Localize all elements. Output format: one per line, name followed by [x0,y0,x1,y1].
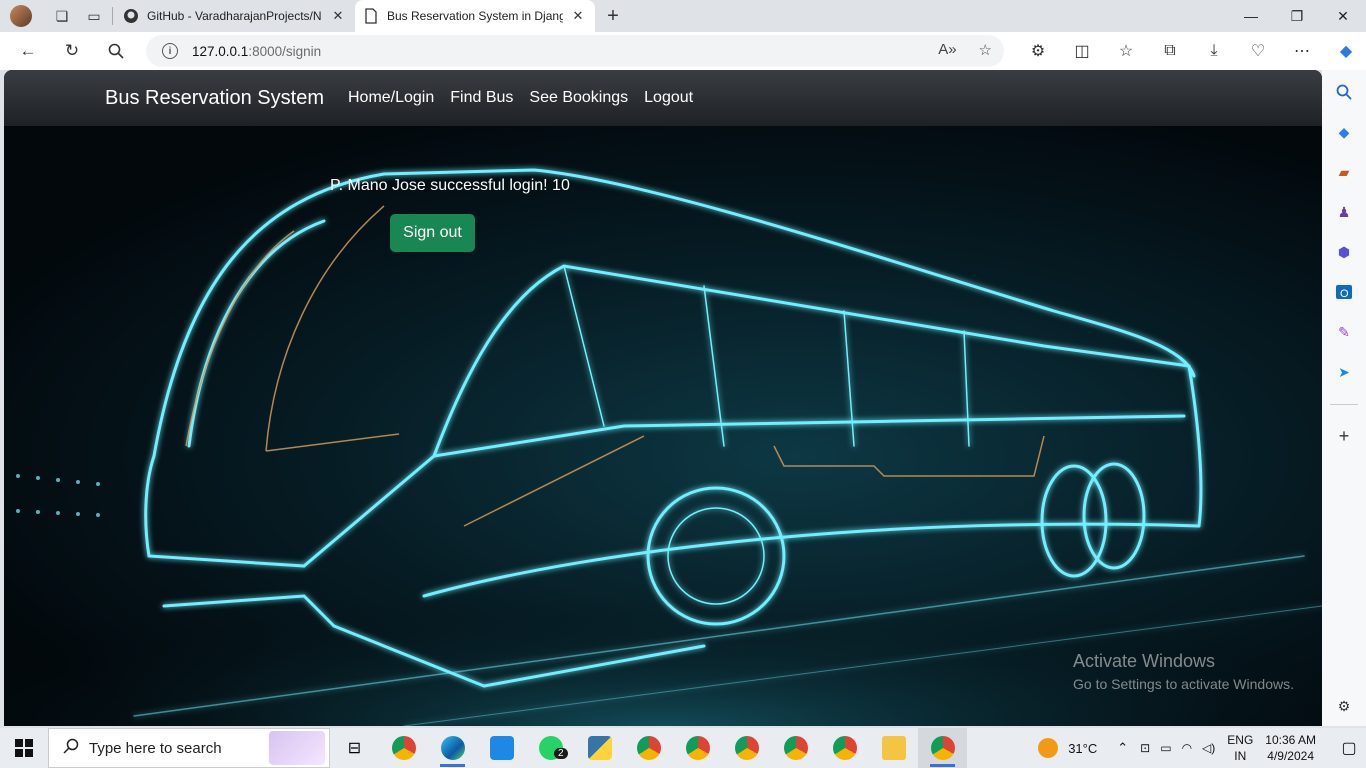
collections-icon[interactable]: ⧉ [1148,35,1192,67]
windows-taskbar: Type here to search ⊟ 2 31°C ⌃ ⊡ ▭ ◠ ◁) … [0,728,1366,768]
close-window-icon[interactable]: ✕ [1320,0,1366,32]
tab-bus-reservation[interactable]: Bus Reservation System in Djang ✕ [355,0,595,32]
neon-bus-illustration [4,168,1322,726]
clock-date: 4/9/2024 [1267,749,1314,763]
nav-home-login[interactable]: Home/Login [348,89,434,107]
chrome-profile-1-icon[interactable] [624,728,673,768]
tab-title: Bus Reservation System in Djang [387,9,563,23]
language-indicator[interactable]: ENG IN [1227,732,1253,764]
python-app-icon[interactable] [575,728,624,768]
activate-windows-watermark: Activate Windows Go to Settings to activ… [1073,651,1294,692]
battery-icon[interactable]: ▭ [1160,741,1171,755]
volume-icon[interactable]: ◁) [1202,741,1215,755]
hero-background: P. Mano Jose successful login! 10 Sign o… [4,126,1322,726]
github-icon [123,8,139,24]
svg-text:O: O [1340,288,1349,300]
search-placeholder: Type here to search [89,739,222,757]
network-icon[interactable]: ⊡ [1140,741,1150,755]
performance-icon[interactable]: ♡ [1236,35,1280,67]
wifi-icon[interactable]: ◠ [1182,741,1192,755]
edge-app-icon[interactable] [428,728,477,768]
nav-find-bus[interactable]: Find Bus [450,89,513,107]
more-menu-icon[interactable]: ⋯ [1280,35,1324,67]
outlook-icon[interactable]: O [1334,282,1354,302]
chrome-profile-2-icon[interactable] [673,728,722,768]
restore-icon[interactable]: ❐ [1274,0,1320,32]
sidebar-search-icon[interactable] [1334,82,1354,102]
address-bar[interactable]: i 127.0.0.1:8000/signin A» ☆ [146,35,1004,67]
page-icon [363,8,379,24]
workspaces-icon[interactable]: ❏ [46,0,78,32]
chrome-active-icon[interactable] [918,728,967,768]
favorite-star-icon[interactable]: ☆ [979,41,992,59]
whatsapp-badge: 2 [554,748,568,759]
start-button[interactable] [0,728,48,768]
clock[interactable]: 10:36 AM 4/9/2024 [1265,732,1316,764]
whatsapp-app-icon[interactable]: 2 [526,728,575,768]
windows-logo-icon [15,739,33,757]
taskbar-search-box[interactable]: Type here to search [48,728,330,768]
chrome-profile-4-icon[interactable] [771,728,820,768]
web-page: Bus Reservation System Home/Login Find B… [4,70,1322,726]
read-aloud-icon[interactable]: A» [938,41,956,59]
watermark-title: Activate Windows [1073,651,1216,671]
refresh-icon[interactable]: ↻ [54,35,90,67]
search-highlight-image [269,731,325,765]
temperature: 31°C [1068,740,1098,756]
add-sidebar-app-icon[interactable]: + [1334,426,1354,446]
site-navbar: Bus Reservation System Home/Login Find B… [4,70,1322,126]
search-icon [63,738,79,759]
sidebar-settings-icon[interactable]: ⚙ [1334,696,1354,716]
minimize-icon[interactable]: — [1228,0,1274,32]
profile-avatar[interactable] [10,5,32,27]
search-icon[interactable] [98,35,134,67]
clock-time: 10:36 AM [1265,733,1316,747]
downloads-icon[interactable]: ⤓ [1192,35,1236,67]
back-icon[interactable]: ← [10,35,46,67]
shopping-tag-icon[interactable]: ◆ [1334,122,1354,142]
drop-icon[interactable]: ➤ [1334,362,1354,382]
site-brand[interactable]: Bus Reservation System [105,87,324,110]
close-tab-icon[interactable]: ✕ [569,8,587,24]
nav-logout[interactable]: Logout [644,89,693,107]
edge-sidebar: ◆ ▰ ♟ ⬢ O ✎ ➤ + ⚙ [1322,70,1366,726]
login-success-message: P. Mano Jose successful login! 10 [330,177,570,194]
window-controls: — ❐ ✕ [1228,0,1366,32]
site-info-icon[interactable]: i [162,43,178,59]
tab-title: GitHub - VaradharajanProjects/N [147,9,322,23]
nav-see-bookings[interactable]: See Bookings [529,89,628,107]
chrome-app-icon[interactable] [379,728,428,768]
separator [112,7,113,25]
system-tray: 31°C ⌃ ⊡ ▭ ◠ ◁) ENG IN 10:36 AM 4/9/2024… [1038,728,1366,768]
vscode-app-icon[interactable] [477,728,526,768]
show-hidden-icons[interactable]: ⌃ [1117,740,1128,756]
sun-icon [1038,738,1059,758]
watermark-subtitle: Go to Settings to activate Windows. [1073,676,1294,692]
chrome-profile-3-icon[interactable] [722,728,771,768]
tab-github[interactable]: GitHub - VaradharajanProjects/N ✕ [115,0,355,32]
notifications-icon[interactable]: ▢ [1332,738,1366,758]
task-view-icon[interactable]: ⊟ [330,728,379,768]
split-screen-icon[interactable]: ◫ [1060,35,1104,67]
copilot-icon[interactable]: ◆ [1324,35,1366,67]
tab-strip: ❏ ▭ GitHub - VaradharajanProjects/N ✕ Bu… [0,0,1366,32]
microsoft365-icon[interactable]: ⬢ [1334,242,1354,262]
sign-out-button[interactable]: Sign out [390,214,475,252]
extensions-icon[interactable]: ⚙ [1016,35,1060,67]
tab-actions-icon[interactable]: ▭ [78,0,110,32]
close-tab-icon[interactable]: ✕ [329,8,347,24]
games-icon[interactable]: ♟ [1334,202,1354,222]
url-text: 127.0.0.1:8000/signin [192,43,322,59]
tools-briefcase-icon[interactable]: ▰ [1334,162,1354,182]
browser-toolbar: ← ↻ i 127.0.0.1:8000/signin A» ☆ ⚙ ◫ ☆ ⧉… [0,32,1366,70]
new-tab-button[interactable]: + [599,5,627,28]
weather-widget[interactable]: 31°C [1038,738,1097,758]
divider [1330,404,1358,405]
favorites-icon[interactable]: ☆ [1104,35,1148,67]
toolbar-actions: ⚙ ◫ ☆ ⧉ ⤓ ♡ ⋯ ◆ [1016,35,1366,67]
chrome-profile-5-icon[interactable] [820,728,869,768]
file-explorer-icon[interactable] [869,728,918,768]
designer-icon[interactable]: ✎ [1334,322,1354,342]
